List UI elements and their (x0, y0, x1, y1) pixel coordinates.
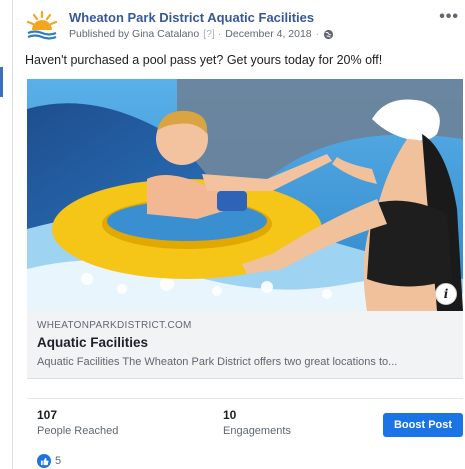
sun-logo-icon[interactable] (23, 6, 61, 44)
waterslide-illustration (27, 79, 463, 311)
engagements-count: 10 (223, 408, 237, 422)
info-icon[interactable]: i (435, 283, 457, 305)
reactions-summary[interactable]: 5 (37, 454, 61, 468)
globe-icon (324, 29, 334, 39)
link-description: Aquatic Facilities The Wheaton Park Dist… (37, 356, 398, 368)
engagements-label: Engagements (223, 425, 291, 437)
page-name-link[interactable]: Wheaton Park District Aquatic Facilities (69, 10, 314, 25)
boost-post-button[interactable]: Boost Post (383, 413, 463, 437)
people-reached-stat[interactable]: 107 People Reached (37, 408, 118, 437)
link-domain: WHEATONPARKDISTRICT.COM (37, 320, 192, 331)
post-card: Wheaton Park District Aquatic Facilities… (12, 0, 465, 469)
link-title[interactable]: Aquatic Facilities (37, 335, 148, 350)
reaction-count: 5 (55, 455, 62, 467)
meta-dot: · (315, 28, 320, 40)
like-icon (37, 454, 51, 468)
post-message: Haven't purchased a pool pass yet? Get y… (25, 53, 383, 67)
post-meta: Published by Gina Catalano [?] · Decembe… (69, 28, 334, 40)
post-insights: 107 People Reached 10 Engagements Boost … (27, 398, 463, 444)
post-date[interactable]: December 4, 2018 (225, 28, 311, 40)
more-options-button[interactable]: ••• (439, 8, 459, 26)
people-reached-count: 107 (37, 408, 58, 422)
engagements-stat[interactable]: 10 Engagements (223, 408, 291, 437)
meta-separator: [?] · (203, 28, 222, 40)
published-by[interactable]: Published by Gina Catalano (69, 28, 199, 40)
post-photo[interactable]: i (27, 79, 463, 311)
post-header: Wheaton Park District Aquatic Facilities… (23, 6, 463, 46)
people-reached-label: People Reached (37, 425, 119, 437)
link-preview[interactable]: WHEATONPARKDISTRICT.COM Aquatic Faciliti… (27, 311, 463, 379)
left-accent-bar (0, 67, 3, 97)
